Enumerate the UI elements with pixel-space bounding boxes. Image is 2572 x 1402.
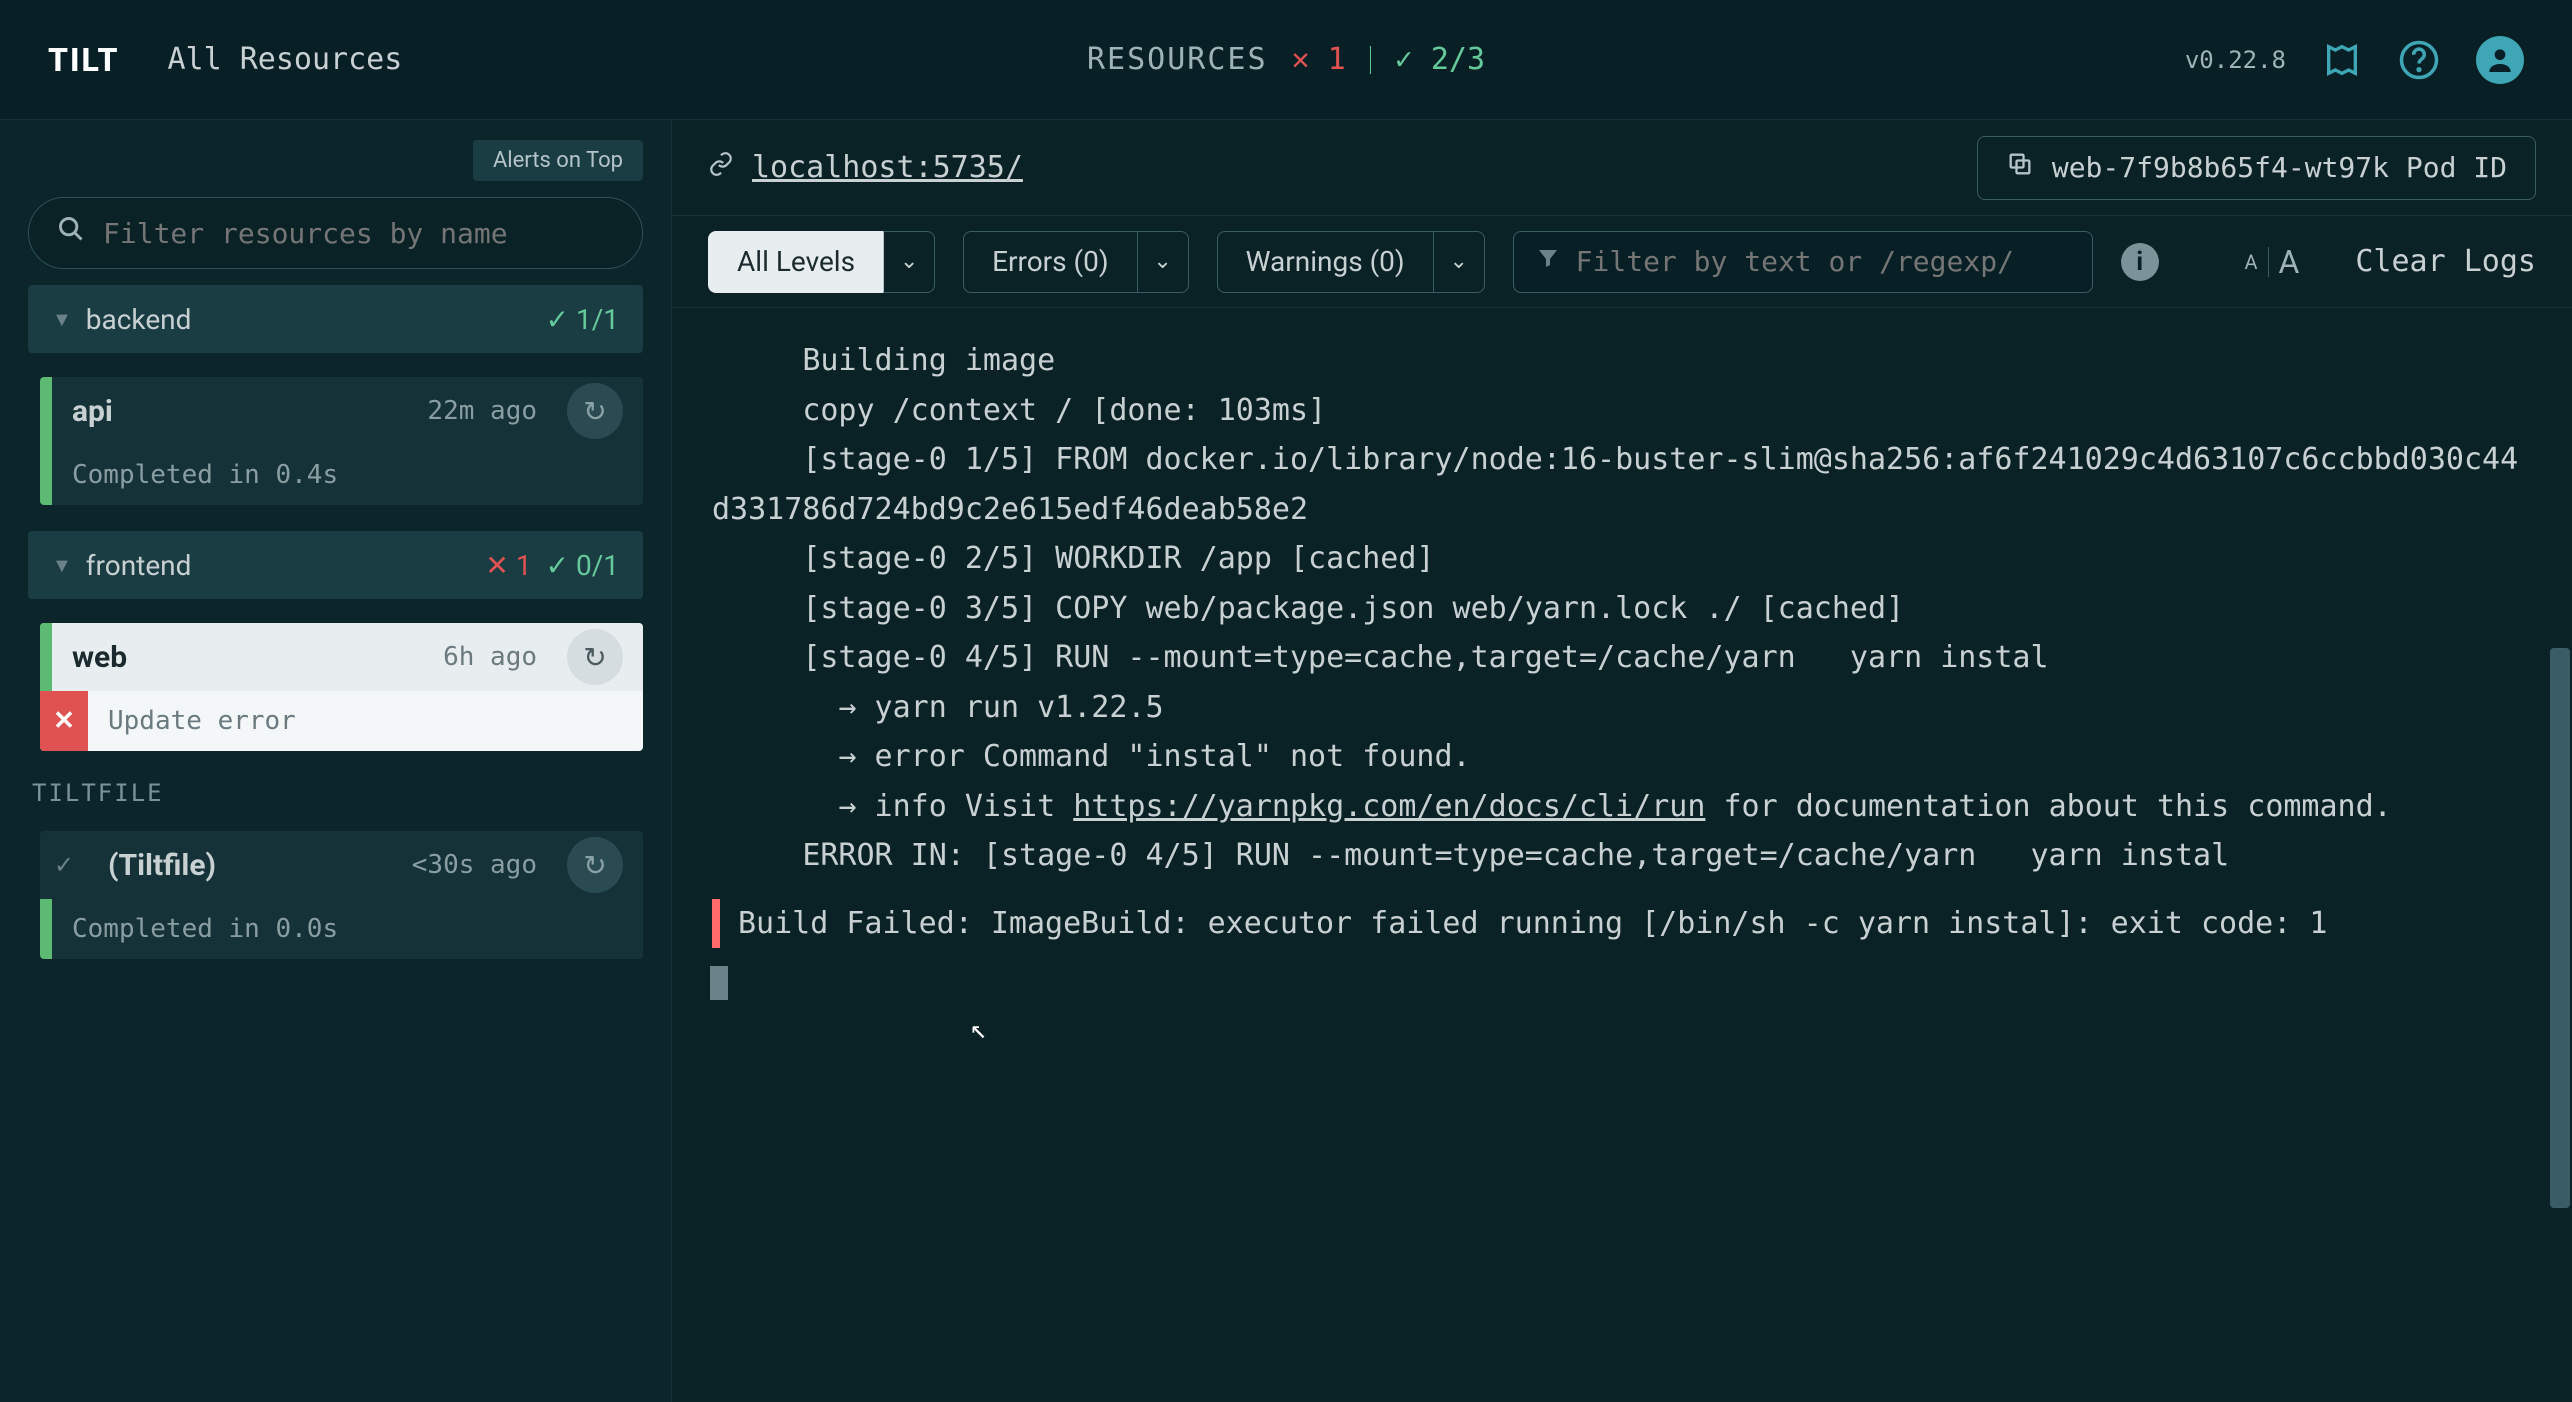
- warnings-button[interactable]: Warnings (0): [1217, 231, 1433, 293]
- log-line: [stage-0 1/5] FROM docker.io/library/nod…: [712, 435, 2532, 534]
- docs-icon[interactable]: [2322, 40, 2362, 80]
- resource-item-api[interactable]: api 22m ago ↻ Completed in 0.4s: [40, 377, 643, 505]
- pod-id-label: web-7f9b8b65f4-wt97k Pod ID: [2052, 151, 2507, 184]
- log-line: ERROR IN: [stage-0 4/5] RUN --mount=type…: [712, 831, 2532, 881]
- help-icon[interactable]: [2398, 39, 2440, 81]
- level-errors-group: Errors (0) ⌄: [963, 231, 1189, 293]
- log-error-line: Build Failed: ImageBuild: executor faile…: [712, 899, 2532, 949]
- group-header-frontend[interactable]: ▼ frontend ✕ 1 ✓ 0/1: [28, 531, 643, 599]
- resource-name: web: [72, 640, 127, 675]
- main-pane: localhost:5735/ web-7f9b8b65f4-wt97k Pod…: [672, 120, 2572, 1402]
- group-name: frontend: [86, 549, 192, 582]
- status-bar: [40, 377, 52, 445]
- refresh-icon[interactable]: ↻: [567, 629, 623, 685]
- alerts-on-top-toggle[interactable]: Alerts on Top: [473, 140, 643, 181]
- group-name: backend: [86, 303, 192, 336]
- log-link[interactable]: https://yarnpkg.com/en/docs/cli/run: [1073, 789, 1705, 824]
- resource-time: 22m ago: [427, 396, 537, 426]
- font-smaller[interactable]: A: [2244, 250, 2257, 274]
- log-line: → info Visit https://yarnpkg.com/en/docs…: [712, 782, 2532, 832]
- chevron-down-icon: ▼: [52, 307, 72, 332]
- log-toolbar: All Levels ⌄ Errors (0) ⌄ Warnings (0) ⌄…: [672, 216, 2572, 308]
- error-badge-icon: ✕: [40, 691, 88, 751]
- errors-dropdown[interactable]: ⌄: [1137, 231, 1189, 293]
- font-larger[interactable]: A: [2279, 243, 2300, 281]
- chevron-down-icon: ⌄: [1153, 249, 1171, 274]
- logo: TILT: [48, 41, 120, 79]
- warnings-dropdown[interactable]: ⌄: [1433, 231, 1485, 293]
- resource-item-tiltfile[interactable]: ✓ (Tiltfile) <30s ago ↻ Completed in 0.0…: [40, 831, 643, 959]
- log-filter-input[interactable]: [1576, 245, 2070, 278]
- account-icon[interactable]: [2476, 36, 2524, 84]
- header: TILT All Resources RESOURCES ✕ 1 ✓ 2/3 v…: [0, 0, 2572, 120]
- refresh-icon[interactable]: ↻: [567, 837, 623, 893]
- group-header-backend[interactable]: ▼ backend ✓ 1/1: [28, 285, 643, 353]
- log-line: [stage-0 3/5] COPY web/package.json web/…: [712, 584, 2532, 634]
- pod-id-button[interactable]: web-7f9b8b65f4-wt97k Pod ID: [1977, 136, 2536, 200]
- version-label: v0.22.8: [2185, 46, 2286, 74]
- info-icon[interactable]: i: [2121, 243, 2159, 281]
- pass-count: ✓ 2/3: [1395, 42, 1485, 77]
- resource-filter[interactable]: [28, 197, 643, 269]
- errors-button[interactable]: Errors (0): [963, 231, 1137, 293]
- scrollbar-thumb[interactable]: [2550, 648, 2570, 1208]
- log-line: [stage-0 2/5] WORKDIR /app [cached]: [712, 534, 2532, 584]
- all-levels-dropdown[interactable]: ⌄: [883, 231, 935, 293]
- check-icon: ✓: [40, 831, 88, 899]
- funnel-icon: [1536, 246, 1560, 277]
- page-title: All Resources: [168, 42, 403, 77]
- resource-status: Completed in 0.4s: [52, 460, 643, 490]
- clear-logs-button[interactable]: Clear Logs: [2355, 244, 2536, 279]
- link-icon: [708, 151, 734, 184]
- status-bar: [40, 623, 52, 691]
- chevron-down-icon: ⌄: [1449, 249, 1467, 274]
- resources-label: RESOURCES: [1087, 42, 1268, 77]
- endpoint-link[interactable]: localhost:5735/: [752, 150, 1023, 185]
- resource-time: 6h ago: [443, 642, 537, 672]
- resource-summary: RESOURCES ✕ 1 ✓ 2/3: [1087, 42, 1485, 77]
- resource-name: api: [72, 394, 113, 429]
- level-all-group: All Levels ⌄: [708, 231, 935, 293]
- chevron-down-icon: ⌄: [900, 249, 918, 274]
- level-warnings-group: Warnings (0) ⌄: [1217, 231, 1485, 293]
- copy-icon: [2006, 150, 2034, 185]
- cursor-icon: [710, 966, 728, 1000]
- refresh-icon[interactable]: ↻: [567, 383, 623, 439]
- log-line: → error Command "instal" not found.: [712, 732, 2532, 782]
- filter-input[interactable]: [103, 217, 614, 250]
- fail-count: ✕ 1: [1292, 42, 1346, 77]
- log-line: [stage-0 4/5] RUN --mount=type=cache,tar…: [712, 633, 2532, 683]
- log-line: Building image: [712, 336, 2532, 386]
- mouse-cursor-icon: ↖: [970, 1006, 987, 1052]
- status-bar: [40, 899, 52, 959]
- divider: [1370, 46, 1371, 74]
- divider: [2268, 247, 2269, 277]
- font-size-control[interactable]: A A: [2244, 243, 2299, 281]
- all-levels-button[interactable]: All Levels: [708, 231, 883, 293]
- log-filter[interactable]: [1513, 231, 2093, 293]
- scrollbar[interactable]: [2548, 308, 2572, 1402]
- status-bar: [40, 445, 52, 505]
- group-pass-count: ✓ 1/1: [546, 303, 619, 336]
- group-pass-count: ✓ 0/1: [546, 549, 619, 582]
- resource-name: (Tiltfile): [108, 848, 216, 883]
- sidebar: Alerts on Top ▼ backend ✓ 1/1 api 22m ag…: [0, 120, 672, 1402]
- tiltfile-section-label: TILTFILE: [32, 779, 643, 807]
- log-pane[interactable]: Building image copy /context / [done: 10…: [672, 308, 2572, 1402]
- endpoint-bar: localhost:5735/ web-7f9b8b65f4-wt97k Pod…: [672, 120, 2572, 216]
- resource-status: Update error: [88, 706, 643, 736]
- group-fail-count: ✕ 1: [485, 549, 531, 582]
- log-line: → yarn run v1.22.5: [712, 683, 2532, 733]
- chevron-down-icon: ▼: [52, 553, 72, 578]
- resource-time: <30s ago: [412, 850, 537, 880]
- resource-status: Completed in 0.0s: [52, 914, 643, 944]
- search-icon: [57, 215, 85, 251]
- log-line: copy /context / [done: 103ms]: [712, 386, 2532, 436]
- resource-item-web[interactable]: web 6h ago ↻ ✕ Update error: [40, 623, 643, 751]
